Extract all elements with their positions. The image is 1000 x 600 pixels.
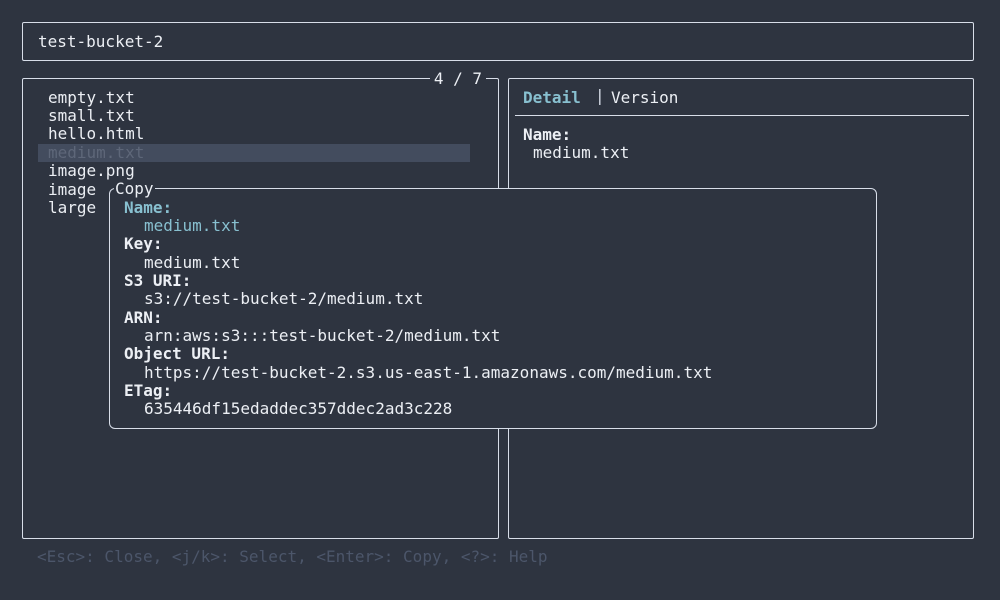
list-item[interactable]: small.txt bbox=[48, 107, 135, 125]
list-item[interactable]: large bbox=[48, 199, 96, 217]
copy-dialog[interactable]: Copy Name: medium.txt Key: medium.txt S3… bbox=[109, 180, 877, 429]
list-item[interactable]: image.png bbox=[48, 162, 135, 180]
copy-field-s3uri-value[interactable]: s3://test-bucket-2/medium.txt bbox=[144, 290, 423, 308]
list-item-selected[interactable]: medium.txt bbox=[38, 144, 470, 162]
list-item[interactable]: empty.txt bbox=[48, 89, 135, 107]
keybinding-help: <Esc>: Close, <j/k>: Select, <Enter>: Co… bbox=[37, 547, 548, 566]
copy-field-key-label[interactable]: Key: bbox=[124, 235, 163, 253]
tab-separator: | bbox=[595, 86, 605, 105]
copy-field-arn-value[interactable]: arn:aws:s3:::test-bucket-2/medium.txt bbox=[144, 327, 500, 345]
list-item[interactable]: hello.html bbox=[48, 125, 144, 143]
detail-name-value: medium.txt bbox=[533, 143, 630, 162]
tabs-divider bbox=[515, 115, 969, 116]
bucket-name: test-bucket-2 bbox=[38, 32, 164, 51]
copy-field-arn-label[interactable]: ARN: bbox=[124, 309, 163, 327]
copy-field-url-label[interactable]: Object URL: bbox=[124, 345, 230, 363]
copy-field-name-label[interactable]: Name: bbox=[124, 199, 172, 217]
detail-name-label: Name: bbox=[523, 125, 572, 144]
copy-field-s3uri-label[interactable]: S3 URI: bbox=[124, 272, 191, 290]
copy-field-etag-label[interactable]: ETag: bbox=[124, 382, 172, 400]
list-item[interactable]: image bbox=[48, 181, 96, 199]
copy-dialog-title: Copy bbox=[114, 179, 155, 198]
tab-version[interactable]: Version bbox=[611, 89, 678, 107]
copy-field-etag-value[interactable]: 635446df15edaddec357ddec2ad3c228 bbox=[144, 400, 452, 418]
list-position-counter: 4 / 7 bbox=[429, 70, 486, 88]
bucket-header: test-bucket-2 bbox=[22, 22, 974, 61]
copy-field-name-value[interactable]: medium.txt bbox=[144, 217, 240, 235]
copy-field-key-value[interactable]: medium.txt bbox=[144, 254, 240, 272]
tab-detail[interactable]: Detail bbox=[523, 89, 581, 107]
copy-field-url-value[interactable]: https://test-bucket-2.s3.us-east-1.amazo… bbox=[144, 364, 712, 382]
